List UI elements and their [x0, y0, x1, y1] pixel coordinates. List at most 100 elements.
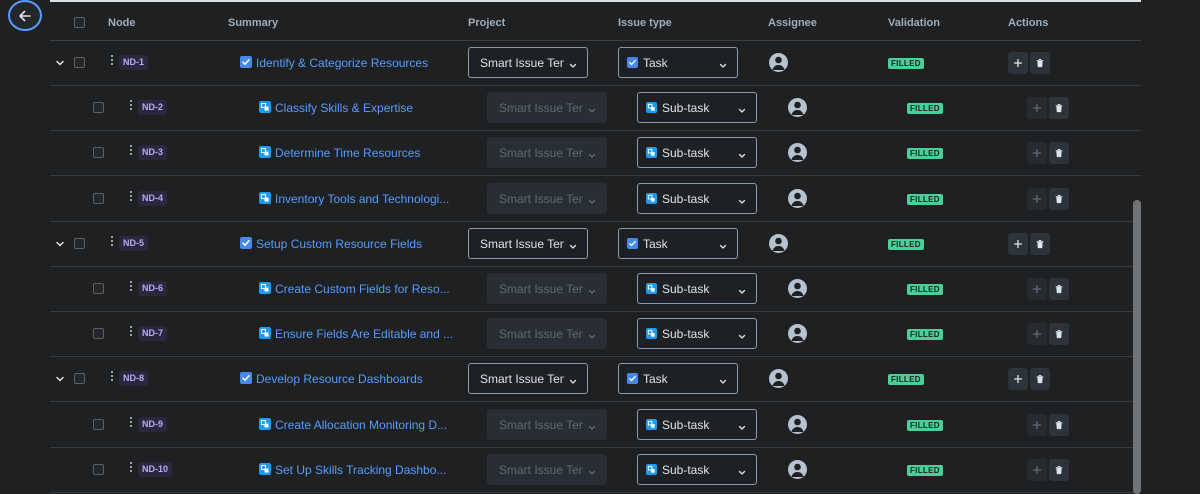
assignee-avatar-icon[interactable]: [769, 369, 788, 388]
add-child-button: [1027, 459, 1047, 481]
summary-link[interactable]: Inventory Tools and Technologi...: [275, 192, 449, 206]
drag-handle-icon[interactable]: [129, 417, 133, 429]
add-child-button[interactable]: [1008, 233, 1028, 255]
issue-tree-table: Node Summary Project Issue type Assignee…: [50, 0, 1141, 494]
drag-handle-icon[interactable]: [110, 236, 114, 248]
issue-type-select[interactable]: Sub-task: [637, 318, 757, 349]
summary-link[interactable]: Setup Custom Resource Fields: [256, 237, 422, 251]
assignee-avatar-icon[interactable]: [788, 415, 807, 434]
table-row[interactable]: ND-2 Classify Skills & Expertise Smart Is…: [50, 86, 1141, 131]
collapse-chevron-icon[interactable]: [55, 371, 65, 382]
summary-link[interactable]: Classify Skills & Expertise: [275, 101, 413, 115]
issue-type-select[interactable]: Sub-task: [637, 92, 757, 123]
issue-type-select[interactable]: Sub-task: [637, 409, 757, 440]
assignee-avatar-icon[interactable]: [788, 143, 807, 162]
node-key-badge: ND-7: [138, 326, 168, 341]
row-checkbox[interactable]: [93, 283, 104, 294]
task-icon: [627, 373, 638, 384]
table-row[interactable]: ND-1 Identify & Categorize Resources Smar…: [50, 41, 1141, 86]
issue-type-select[interactable]: Sub-task: [637, 137, 757, 168]
project-select-value: Smart Issue Ten: [499, 282, 583, 296]
table-row[interactable]: ND-3 Determine Time Resources Smart Issue…: [50, 131, 1141, 176]
project-select-value: Smart Issue Ten: [480, 56, 564, 70]
delete-button[interactable]: [1049, 459, 1069, 481]
issue-type-select[interactable]: Sub-task: [637, 273, 757, 304]
add-child-button[interactable]: [1008, 52, 1028, 74]
assignee-avatar-icon[interactable]: [769, 53, 788, 72]
node-key-badge: ND-8: [119, 371, 149, 386]
assignee-avatar-icon[interactable]: [788, 324, 807, 343]
project-select: Smart Issue Ten: [487, 454, 607, 485]
delete-button[interactable]: [1030, 233, 1050, 255]
column-header-node: Node: [108, 17, 136, 29]
collapse-chevron-icon[interactable]: [55, 236, 65, 247]
row-checkbox[interactable]: [93, 464, 104, 475]
issue-type-select[interactable]: Task: [618, 228, 738, 259]
row-checkbox[interactable]: [93, 193, 104, 204]
summary-link[interactable]: Determine Time Resources: [275, 146, 420, 160]
table-row[interactable]: ND-4 Inventory Tools and Technologi... Sm…: [50, 177, 1141, 222]
table-row[interactable]: ND-9 Create Allocation Monitoring D... Sm…: [50, 403, 1141, 448]
row-checkbox[interactable]: [93, 102, 104, 113]
summary-link[interactable]: Set Up Skills Tracking Dashbo...: [275, 463, 446, 477]
table-row[interactable]: ND-7 Ensure Fields Are Editable and ... S…: [50, 312, 1141, 357]
back-button[interactable]: [8, 0, 42, 31]
delete-button[interactable]: [1049, 278, 1069, 300]
row-checkbox[interactable]: [74, 238, 85, 249]
assignee-avatar-icon[interactable]: [788, 460, 807, 479]
row-checkbox[interactable]: [93, 147, 104, 158]
assignee-avatar-icon[interactable]: [769, 234, 788, 253]
vertical-scrollbar[interactable]: [1133, 200, 1141, 494]
delete-button[interactable]: [1049, 142, 1069, 164]
table-row[interactable]: ND-6 Create Custom Fields for Reso... Sma…: [50, 267, 1141, 312]
row-checkbox[interactable]: [74, 373, 85, 384]
issue-type-select[interactable]: Task: [618, 47, 738, 78]
assignee-avatar-icon[interactable]: [788, 279, 807, 298]
drag-handle-icon[interactable]: [110, 371, 114, 383]
drag-handle-icon[interactable]: [129, 100, 133, 112]
delete-button[interactable]: [1049, 188, 1069, 210]
issue-type-select[interactable]: Sub-task: [637, 183, 757, 214]
delete-button[interactable]: [1049, 414, 1069, 436]
drag-handle-icon[interactable]: [129, 191, 133, 203]
drag-handle-icon[interactable]: [129, 281, 133, 293]
row-checkbox[interactable]: [93, 328, 104, 339]
row-checkbox[interactable]: [74, 57, 85, 68]
delete-button[interactable]: [1030, 368, 1050, 390]
table-row[interactable]: ND-5 Setup Custom Resource Fields Smart I…: [50, 222, 1141, 267]
select-all-checkbox[interactable]: [74, 17, 85, 28]
project-select-value: Smart Issue Ten: [499, 146, 583, 160]
summary-link[interactable]: Identify & Categorize Resources: [256, 56, 428, 70]
project-select[interactable]: Smart Issue Ten: [468, 47, 588, 78]
add-child-button: [1027, 97, 1047, 119]
drag-handle-icon[interactable]: [129, 326, 133, 338]
delete-button[interactable]: [1049, 97, 1069, 119]
summary-link[interactable]: Ensure Fields Are Editable and ...: [275, 327, 453, 341]
issue-type-select[interactable]: Sub-task: [637, 454, 757, 485]
issue-type-select[interactable]: Task: [618, 363, 738, 394]
validation-badge: FILLED: [907, 284, 943, 295]
project-select[interactable]: Smart Issue Ten: [468, 363, 588, 394]
column-header-validation: Validation: [888, 17, 940, 29]
summary-link[interactable]: Create Allocation Monitoring D...: [275, 418, 447, 432]
node-key-badge: ND-6: [138, 281, 168, 296]
drag-handle-icon[interactable]: [129, 145, 133, 157]
project-select-value: Smart Issue Ten: [499, 192, 583, 206]
project-select: Smart Issue Ten: [487, 273, 607, 304]
project-select-value: Smart Issue Ten: [499, 101, 583, 115]
table-row[interactable]: ND-8 Develop Resource Dashboards Smart Is…: [50, 357, 1141, 402]
assignee-avatar-icon[interactable]: [788, 189, 807, 208]
table-row[interactable]: ND-10 Set Up Skills Tracking Dashbo... Sm…: [50, 448, 1141, 493]
add-child-button[interactable]: [1008, 368, 1028, 390]
delete-button[interactable]: [1030, 52, 1050, 74]
row-checkbox[interactable]: [93, 419, 104, 430]
delete-button[interactable]: [1049, 323, 1069, 345]
validation-badge: FILLED: [888, 374, 924, 385]
assignee-avatar-icon[interactable]: [788, 98, 807, 117]
collapse-chevron-icon[interactable]: [55, 55, 65, 66]
project-select[interactable]: Smart Issue Ten: [468, 228, 588, 259]
drag-handle-icon[interactable]: [110, 55, 114, 67]
summary-link[interactable]: Develop Resource Dashboards: [256, 372, 423, 386]
drag-handle-icon[interactable]: [129, 462, 133, 474]
summary-link[interactable]: Create Custom Fields for Reso...: [275, 282, 450, 296]
